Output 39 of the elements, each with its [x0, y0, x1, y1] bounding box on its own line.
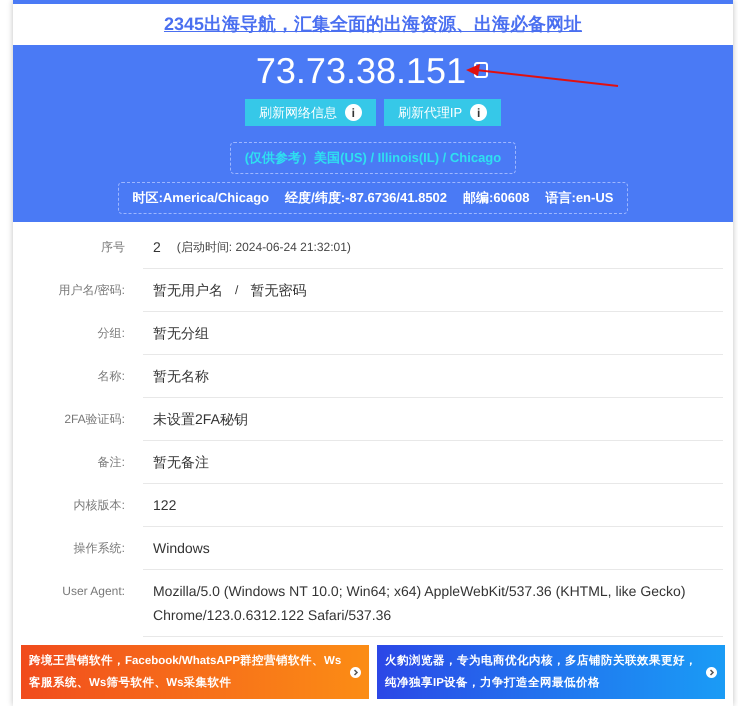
banner-text: 火豹浏览器，专为电商优化内核，多店铺防关联效果更好，纯净独享IP设备，力争打造全网最低价格: [385, 653, 698, 691]
row-value: 未设置2FA秘钥: [153, 410, 248, 429]
ad-banner[interactable]: 火豹浏览器，专为电商优化内核，多店铺防关联效果更好，纯净独享IP设备，力争打造全网最低价格: [377, 645, 725, 699]
row-value: 暂无分组: [153, 324, 209, 343]
row-value: 暂无名称: [153, 367, 209, 386]
row-label: 2FA验证码:: [64, 411, 125, 428]
ad-banner[interactable]: 跨境王营销软件，Facebook/WhatsAPP群控营销软件、Ws客服系统、Ws筛号软件、Ws采集软件: [21, 645, 369, 699]
refresh-button[interactable]: 刷新网络信息 i: [244, 99, 376, 126]
row-label: 用户名/密码:: [58, 282, 125, 299]
row-label: 内核版本:: [74, 497, 125, 514]
location-text: (仅供参考）美国(US) / Illinois(IL) / Chicago: [244, 149, 502, 168]
banner-text: 跨境王营销软件，Facebook/WhatsAPP群控营销软件、Ws客服系统、Ws筛号软件、Ws采集软件: [29, 653, 342, 691]
separator-text: /: [235, 282, 238, 299]
chevron-circle-icon: [706, 666, 717, 678]
geo-info: 经度/纬度:-87.6736/41.8502: [285, 189, 448, 208]
row-label: 操作系统:: [74, 540, 125, 557]
geo-info: 时区:America/Chicago: [132, 189, 270, 208]
row-value: 暂无备注: [153, 453, 209, 472]
info-icon: i: [470, 104, 488, 121]
ip-address: 73.73.38.151: [256, 49, 466, 93]
row-value: 暂无用户名: [153, 280, 223, 300]
row-label: 分组:: [98, 325, 125, 342]
top-link[interactable]: 2345出海导航，汇集全面的出海资源、出海必备网址: [164, 11, 582, 38]
row-label: 序号: [101, 239, 125, 256]
geo-info: 邮编:60608: [463, 189, 530, 208]
row-label: User Agent:: [62, 583, 125, 600]
row-label: 备注:: [98, 454, 125, 471]
chevron-circle-icon: [350, 666, 361, 678]
refresh-button[interactable]: 刷新代理IP i: [384, 99, 502, 126]
copy-icon[interactable]: [474, 62, 490, 80]
geo-info: 语言:en-US: [546, 189, 614, 208]
start-time: (启动时间: 2024-06-24 21:32:01): [176, 239, 351, 256]
row-value: Windows: [153, 539, 210, 558]
row-value: Mozilla/5.0 (Windows NT 10.0; Win64; x64) AppleWebKit/537.36 (KHTML, like Gecko) Chrome/123.0.6312.122 Safari/537.36: [153, 582, 686, 625]
info-icon: i: [344, 104, 362, 121]
row-value: 122: [153, 496, 176, 515]
row-value: 暂无密码: [250, 280, 306, 300]
row-label: 名称:: [98, 368, 125, 385]
row-value: 2: [153, 238, 161, 256]
